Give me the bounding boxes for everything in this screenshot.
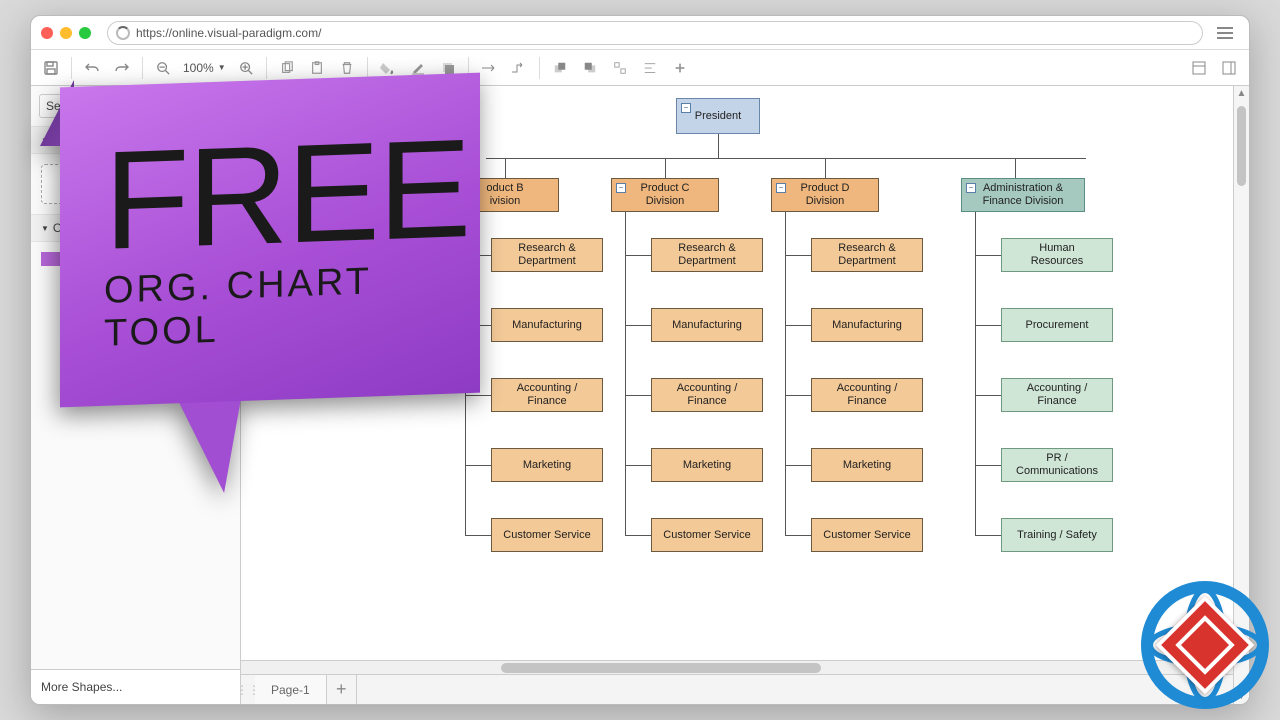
node-dept-admin-hr[interactable]: Human Resources	[1001, 238, 1113, 272]
node-dept-admin-training[interactable]: Training / Safety	[1001, 518, 1113, 552]
toolbar: 100%▼	[31, 50, 1249, 86]
scratch-slot[interactable]	[41, 164, 101, 204]
node-dept-b-manufacturing[interactable]: Manufacturing	[491, 308, 603, 342]
node-dept-admin-procurement[interactable]: Procurement	[1001, 308, 1113, 342]
zoom-out-icon[interactable]	[149, 54, 177, 82]
zoom-in-icon[interactable]	[232, 54, 260, 82]
url-text: https://online.visual-paradigm.com/	[136, 26, 321, 40]
group-icon[interactable]	[606, 54, 634, 82]
browser-window: https://online.visual-paradigm.com/ 100%…	[30, 15, 1250, 705]
fill-color-icon[interactable]	[374, 54, 402, 82]
hamburger-menu-icon[interactable]	[1211, 27, 1239, 39]
address-bar[interactable]: https://online.visual-paradigm.com/	[107, 21, 1203, 45]
add-icon[interactable]	[666, 54, 694, 82]
vp-logo	[1135, 575, 1275, 715]
save-icon[interactable]	[37, 54, 65, 82]
node-dept-d-accounting[interactable]: Accounting / Finance	[811, 378, 923, 412]
zoom-level[interactable]: 100%▼	[179, 61, 230, 75]
waypoint-icon[interactable]	[505, 54, 533, 82]
window-controls	[41, 27, 91, 39]
tab-drag-handle-icon[interactable]: ⋮⋮	[241, 675, 255, 704]
sidebar-section-org[interactable]: ▼Or	[31, 214, 240, 242]
horizontal-scrollbar[interactable]	[241, 660, 1233, 674]
delete-icon[interactable]	[333, 54, 361, 82]
node-dept-c-research[interactable]: Research & Department	[651, 238, 763, 272]
node-dept-b-customer[interactable]: Customer Service	[491, 518, 603, 552]
node-dept-d-manufacturing[interactable]: Manufacturing	[811, 308, 923, 342]
collapse-icon[interactable]: −	[966, 183, 976, 193]
node-dept-admin-accounting[interactable]: Accounting / Finance	[1001, 378, 1113, 412]
page-tabs: ⋮⋮ Page-1 +	[241, 674, 1233, 704]
undo-icon[interactable]	[78, 54, 106, 82]
collapse-icon[interactable]: −	[681, 103, 691, 113]
minimize-window-icon[interactable]	[60, 27, 72, 39]
shapes-sidebar: Se ▼Sc ▼Or More Shapes...	[31, 86, 241, 704]
canvas-area: President− oduct B ivision− Product C Divi…	[241, 86, 1233, 704]
outline-panel-icon[interactable]	[1215, 54, 1243, 82]
titlebar: https://online.visual-paradigm.com/	[31, 16, 1249, 50]
node-dept-admin-pr[interactable]: PR / Communications	[1001, 448, 1113, 482]
close-window-icon[interactable]	[41, 27, 53, 39]
node-division-d[interactable]: Product D Division−	[771, 178, 879, 212]
collapse-icon[interactable]: −	[776, 183, 786, 193]
line-color-icon[interactable]	[404, 54, 432, 82]
node-division-b[interactable]: oduct B ivision−	[451, 178, 559, 212]
connection-icon[interactable]	[475, 54, 503, 82]
collapse-icon[interactable]: −	[456, 183, 466, 193]
align-icon[interactable]	[636, 54, 664, 82]
paste-icon[interactable]	[303, 54, 331, 82]
sidebar-section-scratch[interactable]: ▼Sc	[31, 126, 240, 154]
node-division-admin[interactable]: Administration & Finance Division−	[961, 178, 1085, 212]
node-dept-b-marketing[interactable]: Marketing	[491, 448, 603, 482]
to-front-icon[interactable]	[546, 54, 574, 82]
org-shape-swatch[interactable]	[41, 252, 91, 266]
collapse-icon[interactable]: −	[616, 183, 626, 193]
diagram-canvas[interactable]: President− oduct B ivision− Product C Divi…	[241, 86, 1233, 660]
loading-spinner-icon	[116, 26, 130, 40]
node-dept-c-customer[interactable]: Customer Service	[651, 518, 763, 552]
node-dept-b-accounting[interactable]: Accounting / Finance	[491, 378, 603, 412]
maximize-window-icon[interactable]	[79, 27, 91, 39]
node-dept-c-manufacturing[interactable]: Manufacturing	[651, 308, 763, 342]
format-panel-icon[interactable]	[1185, 54, 1213, 82]
shadow-icon[interactable]	[434, 54, 462, 82]
redo-icon[interactable]	[108, 54, 136, 82]
workspace: Se ▼Sc ▼Or More Shapes... President− oduc…	[31, 86, 1249, 704]
node-dept-d-research[interactable]: Research & Department	[811, 238, 923, 272]
node-dept-b-research[interactable]: Research & Department	[491, 238, 603, 272]
page-tab[interactable]: Page-1	[255, 675, 327, 704]
node-dept-d-marketing[interactable]: Marketing	[811, 448, 923, 482]
node-division-c[interactable]: Product C Division−	[611, 178, 719, 212]
shapes-search-input[interactable]: Se	[39, 94, 232, 118]
node-president[interactable]: President−	[676, 98, 760, 134]
node-dept-c-marketing[interactable]: Marketing	[651, 448, 763, 482]
to-back-icon[interactable]	[576, 54, 604, 82]
more-shapes-button[interactable]: More Shapes...	[31, 669, 240, 704]
add-page-button[interactable]: +	[327, 675, 357, 704]
copy-icon[interactable]	[273, 54, 301, 82]
node-dept-d-customer[interactable]: Customer Service	[811, 518, 923, 552]
node-dept-c-accounting[interactable]: Accounting / Finance	[651, 378, 763, 412]
